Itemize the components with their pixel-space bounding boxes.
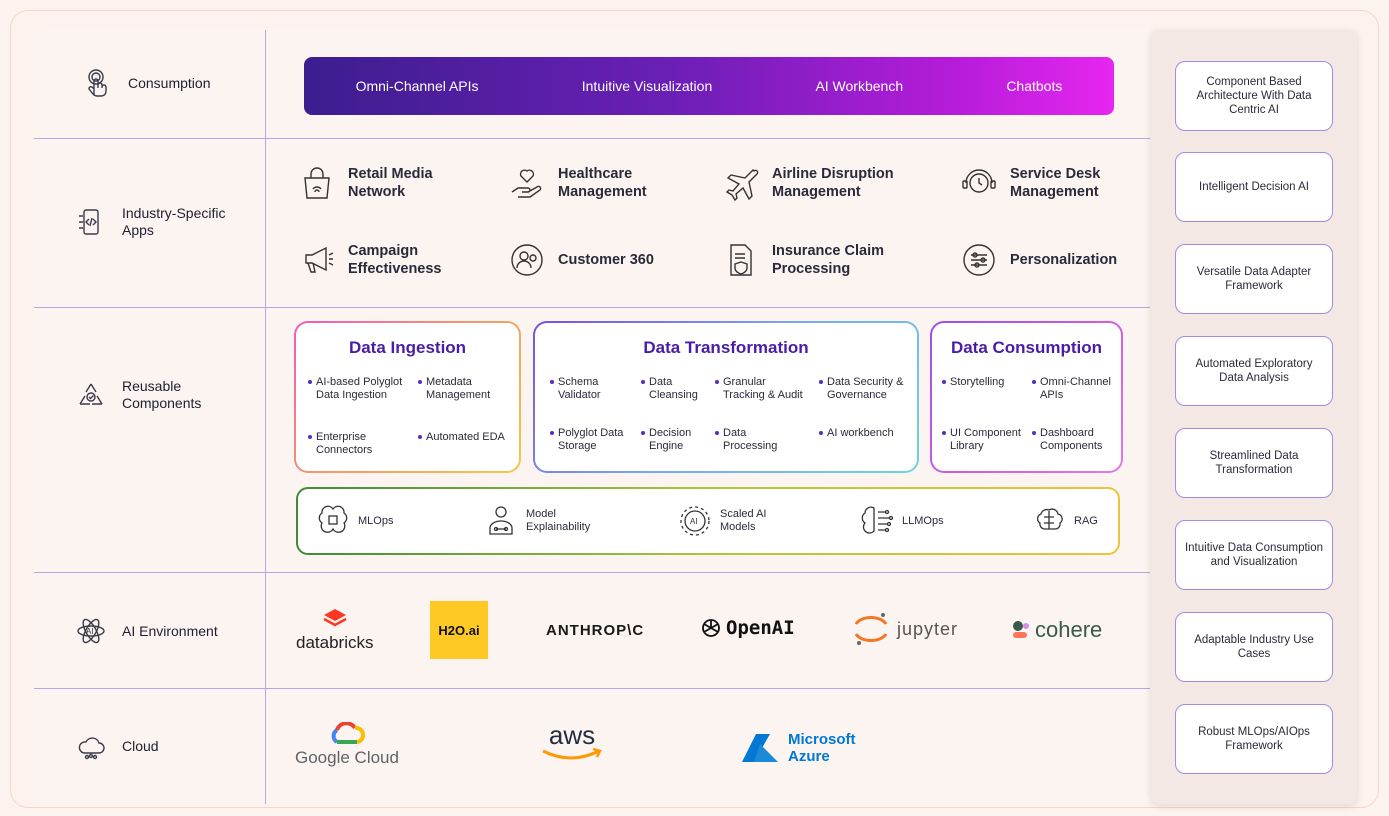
person-network-icon: [489, 506, 513, 535]
ai-atom-icon: AI: [74, 614, 108, 648]
openai-icon: [702, 619, 720, 637]
logo-aws: aws: [541, 722, 603, 762]
logo-cohere: cohere: [1012, 617, 1102, 643]
ingestion-item: AI-based Polyglot Data Ingestion: [308, 376, 413, 402]
mobile-code-icon: [74, 205, 108, 239]
consumption-item[interactable]: AI Workbench: [805, 78, 913, 94]
box-data-transformation: Data Transformation Schema Validator Dat…: [533, 321, 919, 473]
logo-databricks: databricks: [296, 607, 373, 653]
consumption-box-item: Storytelling: [942, 376, 1022, 389]
logo-google-cloud: Google Cloud: [295, 722, 399, 768]
transformation-item: Data Processing: [715, 427, 795, 453]
op-rag[interactable]: RAG: [1032, 489, 1098, 553]
consumption-box-item: Dashboard Components: [1032, 427, 1117, 453]
consumption-box-item: Omni-Channel APIs: [1032, 376, 1117, 402]
transformation-item: AI workbench: [819, 427, 914, 440]
svg-text:AI: AI: [86, 627, 94, 636]
feature-card: Automated Exploratory Data Analysis: [1175, 336, 1333, 406]
heart-hand-icon: [511, 169, 542, 198]
consumption-bar: Omni-Channel APIs Intuitive Visualizatio…: [304, 57, 1114, 115]
airplane-icon: [725, 169, 759, 202]
svg-text:AI: AI: [690, 517, 698, 526]
side-panel: Component Based Architecture With Data C…: [1151, 30, 1357, 804]
op-llmops[interactable]: LLMOps: [860, 489, 944, 553]
transformation-item: Decision Engine: [641, 427, 706, 453]
consumption-box-title: Data Consumption: [950, 338, 1103, 357]
logo-openai: OpenAI: [700, 617, 795, 639]
feature-card: Streamlined Data Transformation: [1175, 428, 1333, 498]
label-ai-environment: AI AI Environment: [74, 614, 218, 648]
google-cloud-icon: [331, 722, 365, 744]
brain-circuit-icon: [861, 506, 894, 534]
app-airline[interactable]: Airline Disruption Management: [722, 164, 912, 202]
consumption-item[interactable]: Chatbots: [996, 78, 1072, 94]
ingestion-item: Metadata Management: [418, 376, 508, 402]
ops-strip: MLOps Model Explainability AI Scaled AI …: [296, 487, 1120, 555]
databricks-icon: [323, 609, 347, 627]
jupyter-icon: [854, 613, 888, 645]
recycle-check-icon: [74, 378, 108, 412]
box-data-consumption: Data Consumption Storytelling Omni-Chann…: [930, 321, 1123, 473]
logo-h2o: H2O.ai: [430, 601, 488, 659]
op-model-explainability[interactable]: Model Explainability: [484, 489, 606, 553]
app-insurance[interactable]: Insurance Claim Processing: [722, 241, 912, 279]
op-mlops[interactable]: MLOps: [316, 489, 393, 553]
consumption-item[interactable]: Intuitive Visualization: [572, 78, 722, 94]
logo-anthropic: ANTHROP\C: [546, 622, 645, 639]
sliders-icon: [963, 244, 995, 276]
consumption-item[interactable]: Omni-Channel APIs: [346, 78, 489, 94]
label-industry: Industry-Specific Apps: [74, 205, 242, 239]
label-consumption: Consumption: [80, 66, 211, 100]
logo-microsoft-azure: Microsoft Azure: [740, 731, 868, 765]
transformation-title: Data Transformation: [643, 338, 809, 357]
app-customer-360[interactable]: Customer 360: [508, 241, 668, 279]
headset-clock-icon: [962, 169, 996, 193]
feature-card: Intelligent Decision AI: [1175, 152, 1333, 222]
cloud-icon: [74, 729, 108, 763]
op-scaled-ai[interactable]: AI Scaled AI Models: [678, 489, 780, 553]
feature-card: Versatile Data Adapter Framework: [1175, 244, 1333, 314]
feature-card: Adaptable Industry Use Cases: [1175, 612, 1333, 682]
retail-bag-icon: [304, 167, 330, 199]
customer-icon: [511, 244, 543, 276]
document-shield-icon: [730, 244, 752, 276]
logo-jupyter: jupyter: [853, 610, 958, 648]
ingestion-title: Data Ingestion: [348, 338, 467, 357]
aws-smile-icon: [542, 748, 602, 760]
transformation-item: Data Cleansing: [641, 376, 711, 402]
app-retail-media[interactable]: Retail Media Network: [298, 164, 458, 202]
megaphone-icon: [305, 246, 334, 273]
azure-icon: [742, 734, 778, 762]
app-personalization[interactable]: Personalization: [960, 241, 1130, 279]
feature-card: Robust MLOps/AIOps Framework: [1175, 704, 1333, 774]
brain-icon: [1036, 508, 1063, 530]
cohere-icon: [1013, 621, 1029, 638]
brain-chip-icon: [318, 505, 348, 533]
transformation-item: Granular Tracking & Audit: [715, 376, 810, 402]
feature-card: Intuitive Data Consumption and Visualiza…: [1175, 520, 1333, 590]
ai-gear-icon: AI: [680, 506, 710, 536]
label-cloud: Cloud: [74, 729, 159, 763]
transformation-item: Schema Validator: [550, 376, 625, 402]
transformation-item: Polyglot Data Storage: [550, 427, 638, 453]
consumption-box-item: UI Component Library: [942, 427, 1032, 453]
feature-card: Component Based Architecture With Data C…: [1175, 61, 1333, 131]
app-service-desk[interactable]: Service Desk Management: [960, 164, 1120, 202]
hand-tap-icon: [80, 66, 114, 100]
ingestion-item: Enterprise Connectors: [308, 431, 398, 457]
app-healthcare[interactable]: Healthcare Management: [508, 164, 668, 202]
box-data-ingestion: Data Ingestion AI-based Polyglot Data In…: [294, 321, 521, 473]
column-divider: [265, 30, 266, 804]
ingestion-item: Automated EDA: [418, 431, 518, 444]
label-reusable: Reusable Components: [74, 378, 212, 412]
app-campaign[interactable]: Campaign Effectiveness: [298, 241, 458, 279]
transformation-item: Data Security & Governance: [819, 376, 914, 402]
